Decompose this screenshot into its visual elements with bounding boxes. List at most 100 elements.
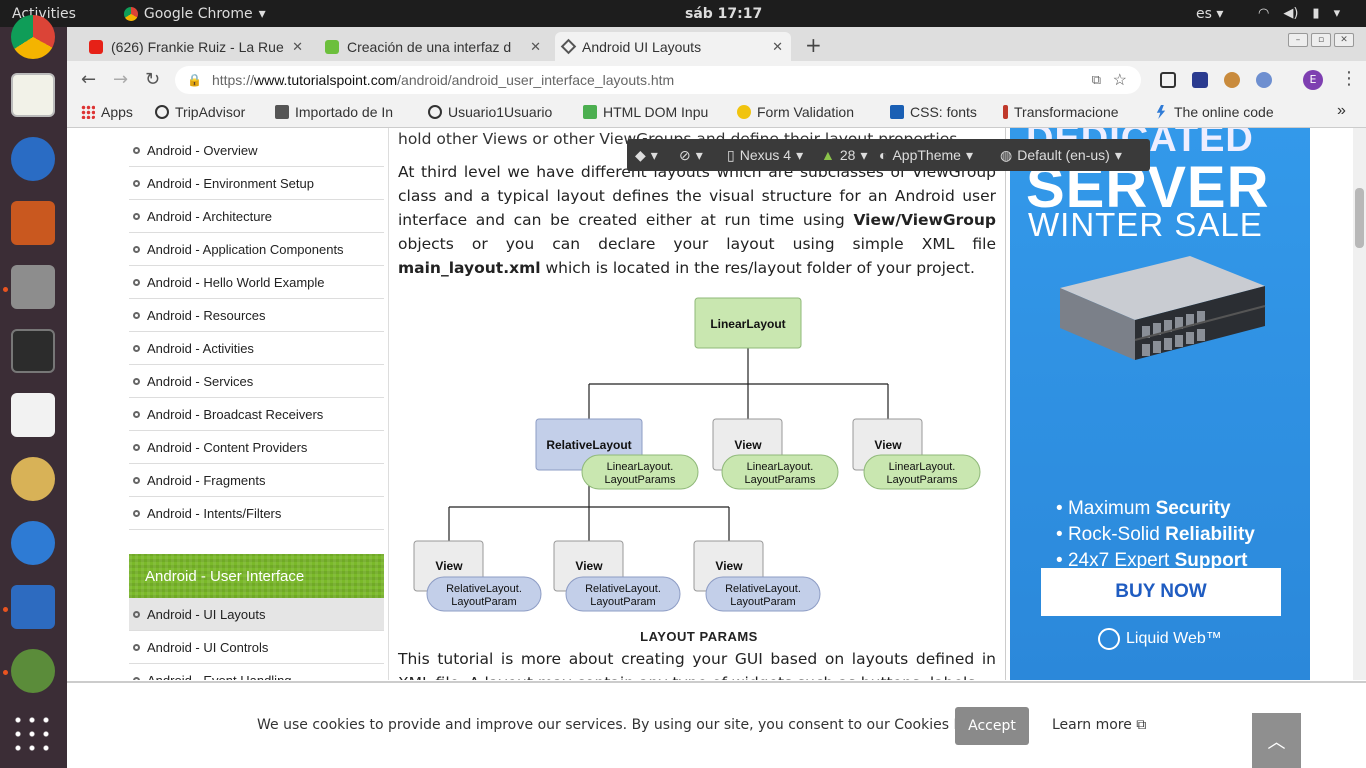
bookmark-form-validation[interactable]: Form Validation xyxy=(737,104,854,120)
sidebar-item[interactable]: Android - Hello World Example xyxy=(129,266,384,299)
sidebar-divider xyxy=(388,128,389,680)
locale-selector[interactable]: ◍ Default (en-us) ▾ xyxy=(1000,147,1122,164)
tab-creacion[interactable]: Creación de una interfaz d ✕ xyxy=(317,32,549,61)
params-label: RelativeLayout. xyxy=(446,583,522,595)
translate-icon[interactable]: ⧉ xyxy=(1092,72,1101,88)
feature-text: Rock-Solid xyxy=(1067,524,1166,545)
file-manager-icon[interactable] xyxy=(11,265,55,309)
close-icon[interactable]: ✕ xyxy=(772,39,783,55)
device-selector[interactable]: ▯ Nexus 4 ▾ xyxy=(727,147,803,164)
sidebar-item[interactable]: Android - Broadcast Receivers xyxy=(129,398,384,431)
thunderbird-icon[interactable] xyxy=(11,137,55,181)
sidebar-item-label: Android - Broadcast Receivers xyxy=(147,406,324,422)
bookmark-html-dom[interactable]: HTML DOM Inpu xyxy=(583,104,719,120)
orientation-button[interactable]: ⊘ ▾ xyxy=(679,147,703,164)
bookmark-label: The online code xyxy=(1174,104,1274,120)
sidebar-item-active[interactable]: Android - UI Layouts xyxy=(129,598,384,631)
screenshot-extension-icon[interactable] xyxy=(1160,72,1176,88)
bookmark-tripadvisor[interactable]: TripAdvisor xyxy=(155,104,245,120)
info-extension-icon[interactable] xyxy=(1256,72,1272,88)
forward-icon[interactable]: → xyxy=(113,69,128,90)
bookmark-apps[interactable]: Apps xyxy=(81,104,133,120)
relativelayout-params-pill: RelativeLayout. LayoutParam xyxy=(426,576,542,612)
app-name: Google Chrome xyxy=(143,5,253,22)
ad-feature: • Rock-Solid Reliability xyxy=(1056,524,1255,545)
writer-icon[interactable] xyxy=(11,585,55,629)
bookmark-folder[interactable]: Importado de In xyxy=(275,104,411,120)
text-editor-icon[interactable] xyxy=(11,73,55,117)
star-icon[interactable]: ☆ xyxy=(1113,70,1127,90)
sidebar-item-label: Android - Activities xyxy=(147,340,254,356)
cookie-extension-icon[interactable] xyxy=(1224,72,1240,88)
design-mode-button[interactable]: ◆ ▾ xyxy=(635,147,658,164)
terminal-icon[interactable] xyxy=(11,329,55,373)
sidebar-item-label: Android - Hello World Example xyxy=(147,274,325,290)
menu-kebab-icon[interactable]: ⋮ xyxy=(1340,68,1358,89)
sidebar-item-label: Android - Application Components xyxy=(147,241,344,257)
minimize-button[interactable]: – xyxy=(1288,33,1308,47)
page-scrollbar[interactable] xyxy=(1353,128,1366,680)
sidebar-item[interactable]: Android - Activities xyxy=(129,332,384,365)
running-indicator xyxy=(3,607,8,612)
maximize-button[interactable]: ▫ xyxy=(1311,33,1331,47)
sidebar-item[interactable]: Android - Intents/Filters xyxy=(129,497,384,530)
bookmark-online-code[interactable]: The online code xyxy=(1154,104,1294,120)
api-selector[interactable]: ▲ 28 ▾ xyxy=(821,147,867,164)
bookmark-transformaciones[interactable]: Transformacione xyxy=(1003,104,1139,120)
profile-avatar[interactable]: E xyxy=(1303,70,1323,90)
root-linearlayout-node: LinearLayout xyxy=(694,297,802,349)
sidebar-item[interactable]: Android - Content Providers xyxy=(129,431,384,464)
tab-android-ui-layouts[interactable]: Android UI Layouts ✕ xyxy=(555,32,791,61)
close-icon[interactable]: ✕ xyxy=(530,39,541,55)
sidebar-item[interactable]: Android - Services xyxy=(129,365,384,398)
battery-icon: ▮ xyxy=(1312,6,1320,21)
show-apps-icon[interactable] xyxy=(11,713,55,757)
sidebar-item-label: Android - Fragments xyxy=(147,472,266,488)
sidebar-item[interactable]: Android - Event Handling xyxy=(129,664,384,680)
sidebar-item[interactable]: Android - Application Components xyxy=(129,233,384,266)
layers-icon: ◆ xyxy=(635,146,646,163)
rhythmbox-icon[interactable] xyxy=(11,457,55,501)
sidebar-section-header[interactable]: Android - User Interface xyxy=(129,554,384,598)
accept-cookies-button[interactable]: Accept xyxy=(955,707,1029,745)
help-icon[interactable] xyxy=(11,521,55,565)
chrome-launcher-icon[interactable] xyxy=(11,15,55,59)
back-icon[interactable]: ← xyxy=(81,69,96,90)
scrollbar-thumb[interactable] xyxy=(1355,188,1364,248)
new-tab-button[interactable]: + xyxy=(805,33,822,57)
advertisement-banner[interactable]: DEDICATED SERVER WINTER SALE • Maximum S… xyxy=(1010,128,1310,680)
more-bookmarks-icon[interactable]: » xyxy=(1337,102,1346,120)
url-host: www.tutorialspoint.com xyxy=(253,72,398,88)
bulb-icon xyxy=(737,105,751,119)
clock[interactable]: sáb 17:17 xyxy=(685,6,762,22)
bookmark-label: CSS: fonts xyxy=(910,104,977,120)
tab-youtube[interactable]: (626) Frankie Ruiz - La Rue ✕ xyxy=(81,32,311,61)
scroll-to-top-button[interactable]: ︿ xyxy=(1252,713,1301,768)
bookmark-css-fonts[interactable]: CSS: fonts xyxy=(890,104,977,120)
sidebar-item[interactable]: Android - Fragments xyxy=(129,464,384,497)
sidebar-item[interactable]: Android - Environment Setup xyxy=(129,167,384,200)
sidebar-item[interactable]: Android - Overview xyxy=(129,134,384,167)
app-menu[interactable]: Google Chrome ▾ xyxy=(123,5,266,22)
theme-selector[interactable]: ◐ AppTheme ▾ xyxy=(879,147,973,164)
sidebar-item[interactable]: Android - Architecture xyxy=(129,200,384,233)
buy-now-button[interactable]: BUY NOW xyxy=(1041,568,1281,616)
sidebar-item[interactable]: Android - UI Controls xyxy=(129,631,384,664)
address-bar[interactable]: 🔒 https://www.tutorialspoint.com/android… xyxy=(175,66,1141,94)
sidebar-item[interactable]: Android - Resources xyxy=(129,299,384,332)
bullet-icon xyxy=(133,278,140,286)
learn-more-link[interactable]: Learn more ⧉ xyxy=(1052,717,1146,733)
amazon-icon[interactable] xyxy=(11,393,55,437)
close-icon[interactable]: ✕ xyxy=(292,39,303,55)
tutorial-sidebar: Android - Overview Android - Environment … xyxy=(129,128,384,680)
close-window-button[interactable]: ✕ xyxy=(1334,33,1354,47)
language-indicator[interactable]: es ▾ xyxy=(1196,6,1223,22)
smiley-icon xyxy=(428,105,442,119)
bookmark-usuario[interactable]: Usuario1Usuario xyxy=(428,104,566,120)
extension-icon[interactable] xyxy=(1192,72,1208,88)
w3-icon xyxy=(583,105,597,119)
reload-icon[interactable]: ↻ xyxy=(145,69,160,90)
android-studio-icon[interactable] xyxy=(11,649,55,693)
system-menu[interactable]: ◠ ◀) ▮ ▾ xyxy=(1258,6,1340,21)
impress-icon[interactable] xyxy=(11,201,55,245)
